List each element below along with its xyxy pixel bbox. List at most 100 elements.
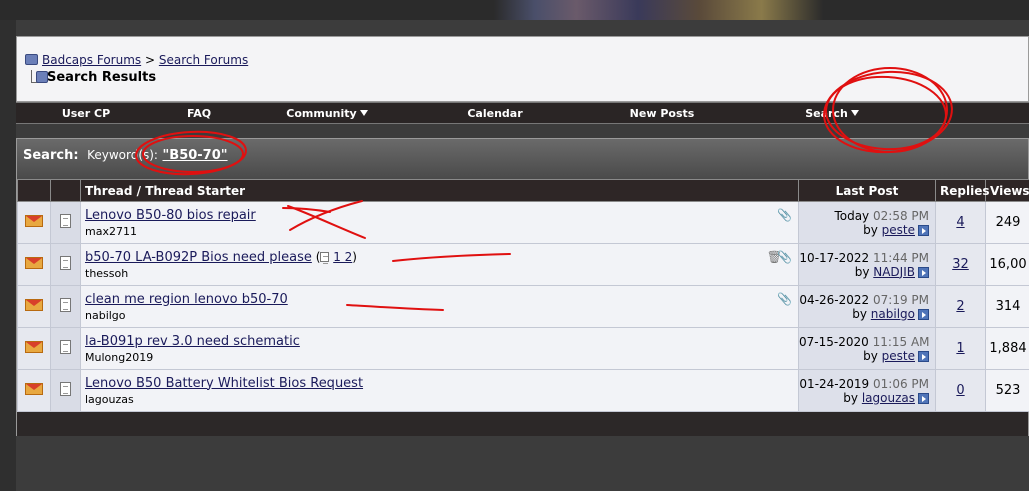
header-icon-col-2: [50, 179, 81, 202]
breadcrumb-path: Badcaps Forums > Search Forums: [25, 53, 248, 67]
site-banner: [0, 0, 1029, 20]
nav-calendar[interactable]: Calendar: [412, 107, 578, 120]
nav-user-cp[interactable]: User CP: [16, 107, 156, 120]
thread-title-link[interactable]: Lenovo B50 Battery Whitelist Bios Reques…: [85, 376, 363, 391]
by-label: by: [843, 390, 859, 405]
document-icon: [60, 214, 71, 228]
thread-cell: b50-70 LA-B092P Bios need please ( 1 2) …: [80, 243, 799, 286]
thread-starter[interactable]: max2711: [85, 225, 798, 238]
search-summary: Search: Keyword(s): "B50-70": [23, 148, 228, 163]
last-post-date: 01-24-2019: [799, 376, 870, 391]
go-to-last-post-icon[interactable]: [918, 392, 929, 404]
thread-starter[interactable]: Mulong2019: [85, 351, 798, 364]
table-row: clean me region lenovo b50-70 nabilgo 📎 …: [17, 285, 1029, 328]
keyword-value-link[interactable]: "B50-70": [163, 148, 228, 163]
last-poster-link[interactable]: lagouzas: [862, 391, 915, 405]
by-label: by: [863, 348, 878, 363]
search-results-panel: Search: Keyword(s): "B50-70" Thread / Th…: [16, 138, 1029, 436]
thread-pages: ( 1 2): [315, 249, 357, 264]
views-cell: 314: [985, 285, 1029, 328]
go-to-last-post-icon[interactable]: [918, 266, 929, 278]
header-icon-col: [17, 179, 51, 202]
tree-folder-icon: [31, 70, 48, 83]
document-icon: [60, 256, 71, 270]
replies-link[interactable]: 0: [956, 383, 964, 398]
envelope-icon: [25, 383, 43, 395]
views-cell: 523: [985, 369, 1029, 412]
thread-title-link[interactable]: Lenovo B50-80 bios repair: [85, 208, 256, 223]
last-post-cell: 01-24-2019 01:06 PM by lagouzas: [798, 369, 936, 412]
go-to-last-post-icon[interactable]: [918, 224, 929, 236]
multipage-icon: [320, 251, 330, 264]
replies-link[interactable]: 32: [952, 257, 969, 272]
breadcrumb-root-link[interactable]: Badcaps Forums: [42, 53, 141, 67]
last-poster-link[interactable]: peste: [882, 223, 915, 237]
thread-title-link[interactable]: la-B091p rev 3.0 need schematic: [85, 334, 300, 349]
header-views[interactable]: Views: [985, 179, 1029, 202]
status-cell: [17, 369, 51, 412]
table-row: Lenovo B50 Battery Whitelist Bios Reques…: [17, 369, 1029, 412]
results-table: Thread / Thread Starter Last Post Replie…: [17, 179, 1029, 412]
nav-search[interactable]: Search: [746, 107, 918, 120]
thread-cell: Lenovo B50-80 bios repair max2711 📎: [80, 201, 799, 244]
thread-starter[interactable]: nabilgo: [85, 309, 798, 322]
document-icon: [60, 298, 71, 312]
results-footer: [17, 412, 1028, 436]
replies-link[interactable]: 2: [956, 299, 964, 314]
by-label: by: [852, 306, 867, 321]
thread-starter[interactable]: thessoh: [85, 267, 798, 280]
nav-new-posts[interactable]: New Posts: [578, 107, 746, 120]
last-post-cell: 10-17-2022 11:44 PM by NADJIB: [798, 243, 936, 286]
views-cell: 249: [985, 201, 1029, 244]
page-title-text: Search Results: [47, 70, 157, 85]
breadcrumb-parent-link[interactable]: Search Forums: [159, 53, 248, 67]
header-replies[interactable]: Replies: [935, 179, 989, 202]
table-row: la-B091p rev 3.0 need schematic Mulong20…: [17, 327, 1029, 370]
last-post-cell: Today 02:58 PM by peste: [798, 201, 936, 244]
last-post-time: 01:06 PM: [873, 376, 929, 391]
search-label: Search:: [23, 148, 79, 163]
chevron-down-icon: [359, 109, 368, 116]
breadcrumb-separator: >: [144, 53, 156, 67]
paperclip-icon: 📎: [777, 208, 792, 222]
header-thread[interactable]: Thread / Thread Starter: [80, 179, 799, 202]
thread-icon-cell: [50, 285, 81, 328]
nav-faq[interactable]: FAQ: [156, 107, 242, 120]
last-poster-link[interactable]: NADJIB: [873, 265, 915, 279]
document-icon: [60, 382, 71, 396]
last-post-date: 10-17-2022: [799, 250, 870, 265]
last-post-date: 04-26-2022: [799, 292, 870, 307]
nav-community[interactable]: Community: [242, 107, 412, 120]
replies-link[interactable]: 1: [956, 341, 964, 356]
last-post-cell: 04-26-2022 07:19 PM by nabilgo: [798, 285, 936, 328]
status-cell: [17, 201, 51, 244]
thread-icon-cell: [50, 243, 81, 286]
breadcrumb: Badcaps Forums > Search Forums Search Re…: [16, 36, 1029, 102]
last-post-time: 02:58 PM: [873, 208, 929, 223]
thread-pages-links[interactable]: 1 2: [333, 250, 352, 264]
table-row: b50-70 LA-B092P Bios need please ( 1 2) …: [17, 243, 1029, 286]
envelope-icon: [25, 215, 43, 227]
thread-icon-cell: [50, 201, 81, 244]
thread-title-link[interactable]: clean me region lenovo b50-70: [85, 292, 288, 307]
envelope-icon: [25, 299, 43, 311]
replies-link[interactable]: 4: [956, 215, 964, 230]
go-to-last-post-icon[interactable]: [918, 308, 929, 320]
search-header: Search: Keyword(s): "B50-70": [17, 139, 1028, 179]
replies-cell: 0: [935, 369, 986, 412]
go-to-last-post-icon[interactable]: [918, 350, 929, 362]
thread-starter[interactable]: lagouzas: [85, 393, 798, 406]
thread-icon-cell: [50, 369, 81, 412]
left-rail: [0, 20, 16, 491]
last-post-time: 07:19 PM: [873, 292, 929, 307]
paperclip-icon: 📎: [777, 250, 792, 264]
replies-cell: 2: [935, 285, 986, 328]
last-poster-link[interactable]: nabilgo: [871, 307, 915, 321]
last-poster-link[interactable]: peste: [882, 349, 915, 363]
thread-icon-cell: [50, 327, 81, 370]
keyword-label: Keyword(s):: [87, 148, 158, 162]
thread-title-link[interactable]: b50-70 LA-B092P Bios need please: [85, 250, 312, 265]
header-last-post[interactable]: Last Post: [798, 179, 936, 202]
page-title: Search Results: [31, 70, 156, 85]
envelope-icon: [25, 341, 43, 353]
